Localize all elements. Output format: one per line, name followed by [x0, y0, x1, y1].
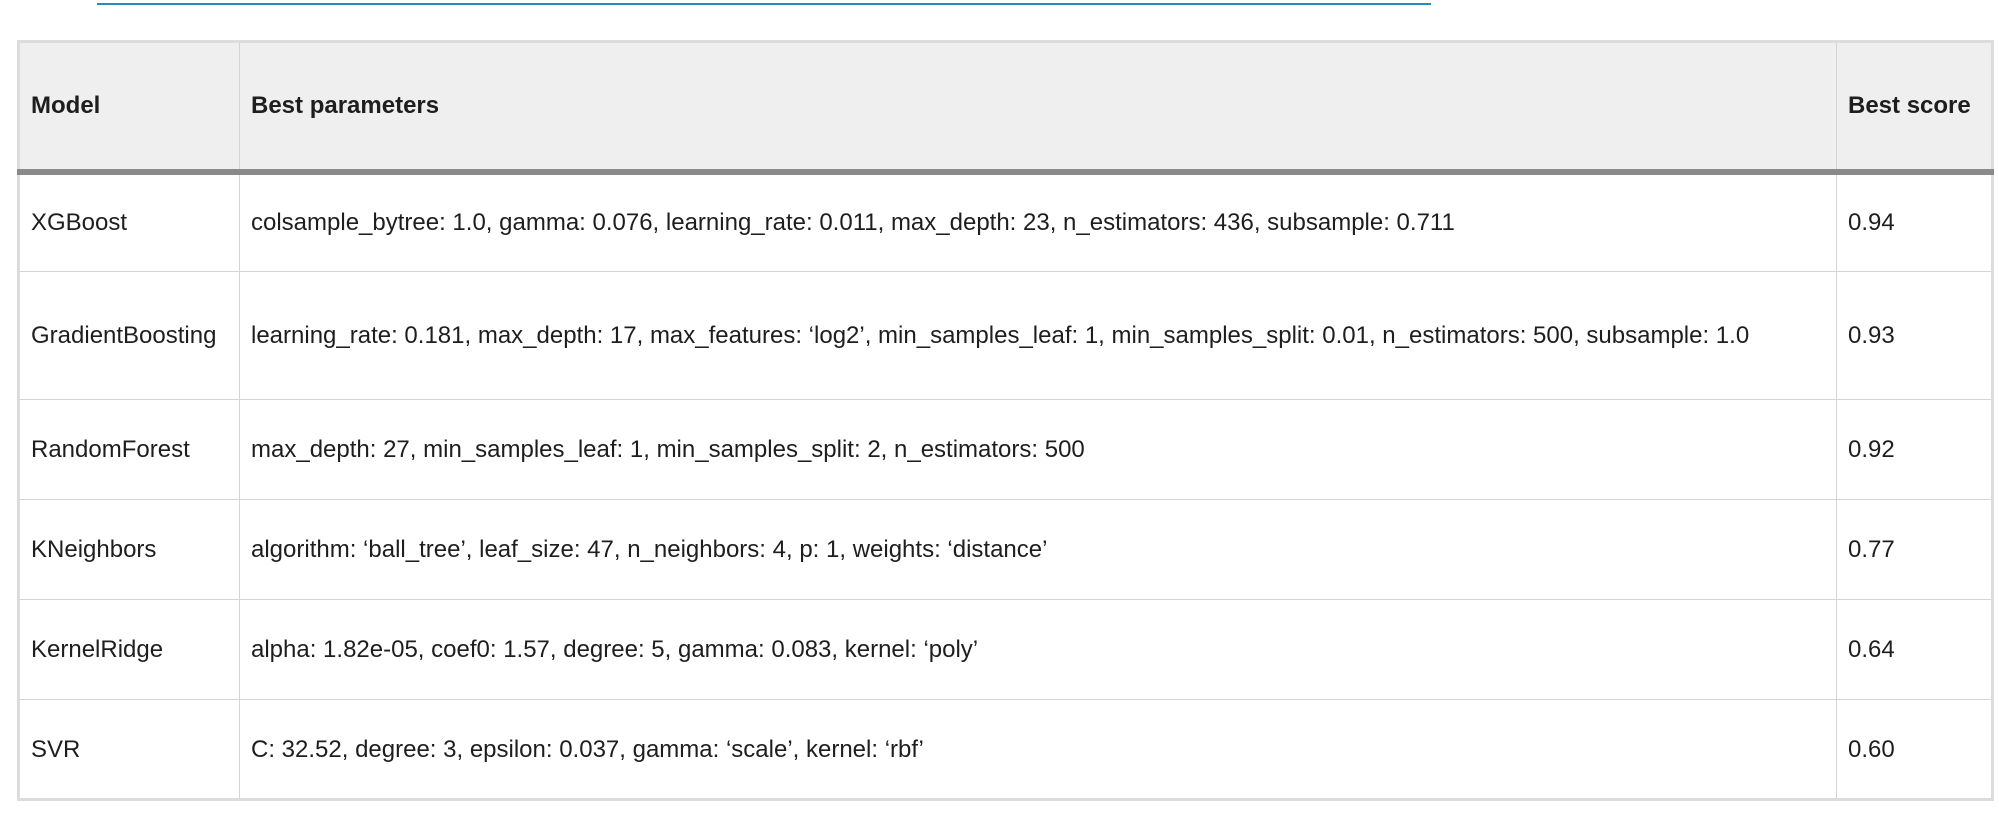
score-cell: 0.64	[1836, 599, 1993, 700]
model-cell: XGBoost	[18, 171, 240, 272]
table-row: KernelRidge alpha: 1.82e-05, coef0: 1.57…	[18, 599, 1993, 700]
header-best-parameters: Best parameters	[239, 41, 1837, 175]
score-cell: 0.60	[1836, 699, 1993, 800]
params-cell: C: 32.52, degree: 3, epsilon: 0.037, gam…	[239, 699, 1837, 800]
model-cell: KernelRidge	[18, 599, 240, 700]
score-cell: 0.94	[1836, 171, 1993, 272]
table-row: XGBoost colsample_bytree: 1.0, gamma: 0.…	[18, 171, 1993, 272]
model-cell: SVR	[18, 699, 240, 800]
model-cell: GradientBoosting	[18, 271, 240, 400]
table-row: RandomForest max_depth: 27, min_samples_…	[18, 399, 1993, 500]
params-cell: learning_rate: 0.181, max_depth: 17, max…	[239, 271, 1837, 400]
header-best-score: Best score	[1836, 41, 1993, 175]
score-cell: 0.93	[1836, 271, 1993, 400]
model-cell: RandomForest	[18, 399, 240, 500]
table-row: SVR C: 32.52, degree: 3, epsilon: 0.037,…	[18, 699, 1993, 800]
table-row: KNeighbors algorithm: ‘ball_tree’, leaf_…	[18, 499, 1993, 600]
params-cell: algorithm: ‘ball_tree’, leaf_size: 47, n…	[239, 499, 1837, 600]
params-cell: colsample_bytree: 1.0, gamma: 0.076, lea…	[239, 171, 1837, 272]
header-model: Model	[18, 41, 240, 175]
cropped-link-underline[interactable]	[97, 0, 1431, 5]
results-table: Model Best parameters Best score XGBoost…	[17, 40, 1994, 801]
score-cell: 0.92	[1836, 399, 1993, 500]
params-cell: alpha: 1.82e-05, coef0: 1.57, degree: 5,…	[239, 599, 1837, 700]
table-row: GradientBoosting learning_rate: 0.181, m…	[18, 271, 1993, 400]
table-header-row: Model Best parameters Best score	[18, 41, 1993, 175]
results-table-container: Model Best parameters Best score XGBoost…	[17, 40, 1994, 801]
params-cell: max_depth: 27, min_samples_leaf: 1, min_…	[239, 399, 1837, 500]
score-cell: 0.77	[1836, 499, 1993, 600]
model-cell: KNeighbors	[18, 499, 240, 600]
